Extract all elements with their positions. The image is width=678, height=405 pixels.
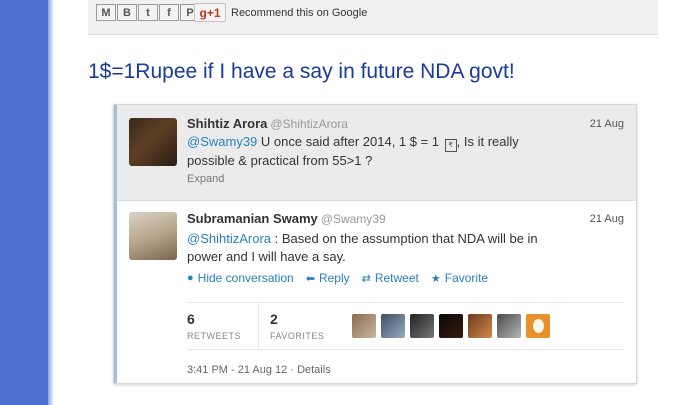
retweet-icon: ⇄ bbox=[361, 272, 371, 285]
reply-arrow-icon: ⬅ bbox=[305, 272, 315, 285]
google-plus-one-button[interactable]: g+1 bbox=[194, 3, 226, 22]
avatar[interactable] bbox=[526, 314, 550, 338]
tweet-text: @Swamy39 U once said after 2014, 1 $ = 1… bbox=[187, 133, 567, 170]
favorites-count: 2 bbox=[270, 311, 278, 327]
author-name: Subramanian Swamy bbox=[187, 211, 318, 226]
stats-divider bbox=[258, 303, 259, 349]
tweet-footer[interactable]: 3:41 PM - 21 Aug 12 · Details bbox=[187, 364, 331, 376]
left-sidebar-bar bbox=[0, 0, 48, 405]
twitter-icon[interactable]: t bbox=[138, 4, 158, 21]
author-handle: @ShihtizArora bbox=[270, 117, 348, 131]
tweet-author[interactable]: Subramanian Swamy @Swamy39 bbox=[187, 211, 386, 226]
mention-link[interactable]: @ShihtizArora bbox=[187, 231, 271, 246]
email-icon[interactable]: M bbox=[96, 4, 116, 21]
action-label: Favorite bbox=[444, 271, 489, 285]
tweet-text: @ShihtizArora : Based on the assumption … bbox=[187, 230, 567, 266]
tweet-actions: ● Hide conversation ⬅ Reply ⇄ Retweet ★ … bbox=[187, 271, 500, 285]
left-sidebar-edge bbox=[48, 0, 54, 405]
hide-conversation-button[interactable]: ● Hide conversation bbox=[187, 271, 294, 285]
unrendered-glyph-icon: ₹ bbox=[444, 139, 457, 152]
speech-bubble-icon: ● bbox=[187, 272, 194, 284]
star-icon: ★ bbox=[430, 272, 441, 285]
facebook-icon[interactable]: f bbox=[159, 4, 179, 21]
retweets-stat[interactable]: 6 RETWEETS bbox=[187, 311, 241, 341]
reply-button[interactable]: ⬅ Reply bbox=[306, 271, 350, 285]
retweeter-avatars bbox=[352, 314, 555, 338]
reply-tweet: Subramanian Swamy @Swamy39 21 Aug @Shihti… bbox=[117, 201, 636, 383]
retweets-label: RETWEETS bbox=[187, 331, 242, 341]
avatar[interactable] bbox=[352, 314, 376, 338]
avatar[interactable] bbox=[129, 212, 177, 260]
tweet-text-part: U once said after 2014, 1 $ = 1 bbox=[257, 134, 443, 149]
favorite-button[interactable]: ★ Favorite bbox=[431, 271, 488, 285]
avatar[interactable] bbox=[439, 314, 463, 338]
tweet-time[interactable]: 21 Aug bbox=[590, 213, 624, 225]
expand-link[interactable]: Expand bbox=[187, 173, 224, 185]
action-label: Hide conversation bbox=[197, 271, 294, 285]
avatar[interactable] bbox=[410, 314, 434, 338]
post-title[interactable]: 1$=1Rupee if I have a say in future NDA … bbox=[88, 60, 515, 84]
avatar[interactable] bbox=[381, 314, 405, 338]
retweet-button[interactable]: ⇄ Retweet bbox=[362, 271, 419, 285]
recommend-text: Recommend this on Google bbox=[231, 7, 368, 19]
mention-link[interactable]: @Swamy39 bbox=[187, 134, 257, 149]
share-buttons: M B t f P bbox=[96, 4, 201, 21]
tweet-time[interactable]: 21 Aug bbox=[590, 118, 624, 130]
avatar[interactable] bbox=[129, 118, 177, 166]
tweet-stats: 6 RETWEETS 2 FAVORITES bbox=[187, 302, 624, 350]
action-label: Reply bbox=[318, 271, 350, 285]
favorites-label: FAVORITES bbox=[270, 331, 325, 341]
author-handle: @Swamy39 bbox=[320, 212, 386, 226]
tweet-author[interactable]: Shihtiz Arora @ShihtizArora bbox=[187, 116, 348, 131]
parent-tweet[interactable]: Shihtiz Arora @ShihtizArora 21 Aug @Swamy… bbox=[117, 105, 636, 201]
action-label: Retweet bbox=[374, 271, 419, 285]
egg-icon bbox=[532, 319, 544, 333]
retweets-count: 6 bbox=[187, 311, 195, 327]
author-name: Shihtiz Arora bbox=[187, 116, 268, 131]
blogger-icon[interactable]: B bbox=[117, 4, 137, 21]
embedded-tweet-conversation: Shihtiz Arora @ShihtizArora 21 Aug @Swamy… bbox=[113, 104, 637, 384]
favorites-stat[interactable]: 2 FAVORITES bbox=[270, 311, 324, 341]
avatar[interactable] bbox=[468, 314, 492, 338]
avatar[interactable] bbox=[497, 314, 521, 338]
